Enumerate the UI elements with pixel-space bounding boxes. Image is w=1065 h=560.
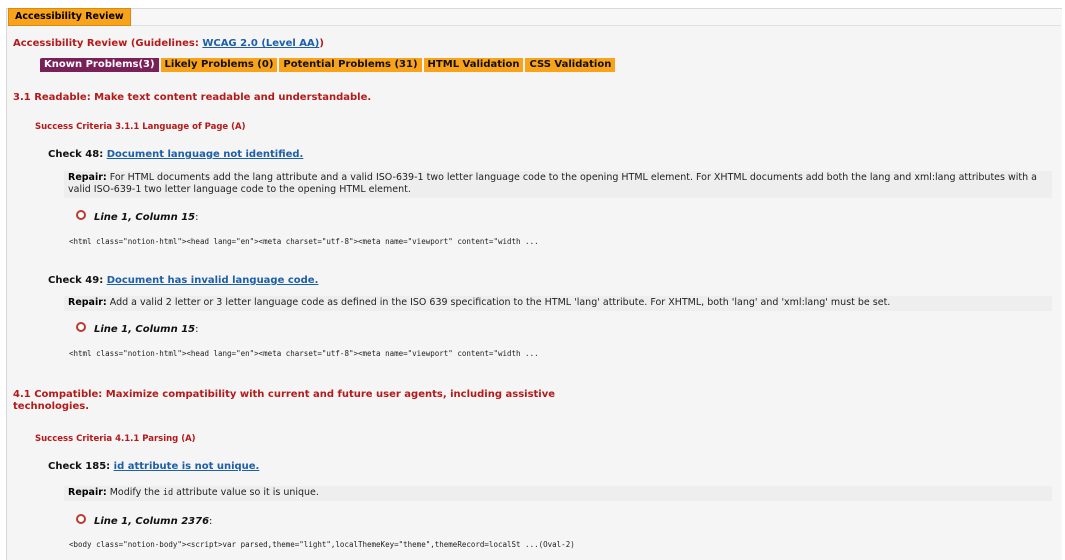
- tab-potential-problems[interactable]: Potential Problems (31): [279, 58, 424, 72]
- check-48-link[interactable]: Document language not identified.: [107, 149, 304, 160]
- tab-known-problems[interactable]: Known Problems(3): [40, 58, 161, 72]
- wcag-guidelines-link[interactable]: WCAG 2.0 (Level AA): [202, 38, 319, 49]
- location-colon: :: [195, 212, 199, 223]
- check-185-location-text: Line 1, Column 2376: [94, 516, 210, 527]
- check-48-repair-text: For HTML documents add the lang attribut…: [68, 172, 1037, 195]
- check-48-code: <html class="notion-html"><head lang="en…: [69, 237, 539, 246]
- repair-label: Repair:: [68, 487, 107, 498]
- bullet-icon: [76, 514, 86, 524]
- check-185-repair-post: attribute value so it is unique.: [173, 487, 319, 498]
- check-49-repair-text: Add a valid 2 letter or 3 letter languag…: [106, 297, 891, 308]
- tab-css-validation[interactable]: CSS Validation: [525, 58, 618, 72]
- check-185-repair-pre: Modify the: [106, 487, 163, 498]
- repair-label: Repair:: [68, 297, 107, 308]
- check-185-prefix: Check 185:: [48, 461, 114, 472]
- guideline-4-1-line-1: 4.1 Compatible: Maximize compatibility w…: [13, 389, 556, 400]
- criteria-3-1-1-heading: Success Criteria 3.1.1 Language of Page …: [35, 122, 246, 132]
- check-49-prefix: Check 49:: [48, 275, 107, 286]
- check-185-link[interactable]: id attribute is not unique.: [114, 461, 260, 472]
- check-48-location-text: Line 1, Column 15: [94, 212, 196, 223]
- tab-likely-problems[interactable]: Likely Problems (0): [160, 58, 280, 72]
- check-48-heading: Check 48: Document language not identifi…: [48, 149, 303, 160]
- bullet-icon: [76, 322, 86, 332]
- guideline-4-1-line-2: technologies.: [13, 401, 90, 412]
- location-colon: :: [209, 516, 213, 527]
- check-185-repair-code: id: [162, 488, 174, 498]
- problem-tabs: Known Problems(3) Likely Problems (0) Po…: [40, 58, 618, 72]
- repair-label: Repair:: [68, 172, 107, 183]
- review-panel: [7, 25, 1061, 560]
- guideline-3-1-heading: 3.1 Readable: Make text content readable…: [13, 92, 372, 103]
- check-48-location: Line 1, Column 15:: [76, 210, 199, 223]
- check-49-location-text: Line 1, Column 15: [94, 324, 196, 335]
- check-185-heading: Check 185: id attribute is not unique.: [48, 461, 259, 472]
- tab-html-validation[interactable]: HTML Validation: [423, 58, 526, 72]
- review-heading: Accessibility Review (Guidelines: WCAG 2…: [13, 38, 324, 49]
- criteria-4-1-1-heading: Success Criteria 4.1.1 Parsing (A): [35, 434, 196, 444]
- check-48-prefix: Check 48:: [48, 149, 107, 160]
- check-49-heading: Check 49: Document has invalid language …: [48, 275, 318, 286]
- bullet-icon: [76, 210, 86, 220]
- check-185-repair: Repair: Modify the id attribute value so…: [64, 486, 1052, 501]
- check-185-code: <body class="notion-body"><script>var pa…: [69, 540, 575, 549]
- check-49-link[interactable]: Document has invalid language code.: [107, 275, 319, 286]
- check-48-repair: Repair: For HTML documents add the lang …: [64, 171, 1052, 198]
- review-heading-suffix: ): [319, 38, 324, 49]
- check-185-location: Line 1, Column 2376:: [76, 514, 212, 527]
- fieldset-legend: Accessibility Review: [8, 8, 131, 26]
- review-heading-prefix: Accessibility Review (Guidelines:: [13, 38, 203, 49]
- check-49-code: <html class="notion-html"><head lang="en…: [69, 349, 539, 358]
- check-49-repair: Repair: Add a valid 2 letter or 3 letter…: [64, 296, 1052, 311]
- location-colon: :: [195, 324, 199, 335]
- guideline-4-1-heading: 4.1 Compatible: Maximize compatibility w…: [13, 389, 555, 413]
- check-49-location: Line 1, Column 15:: [76, 322, 199, 335]
